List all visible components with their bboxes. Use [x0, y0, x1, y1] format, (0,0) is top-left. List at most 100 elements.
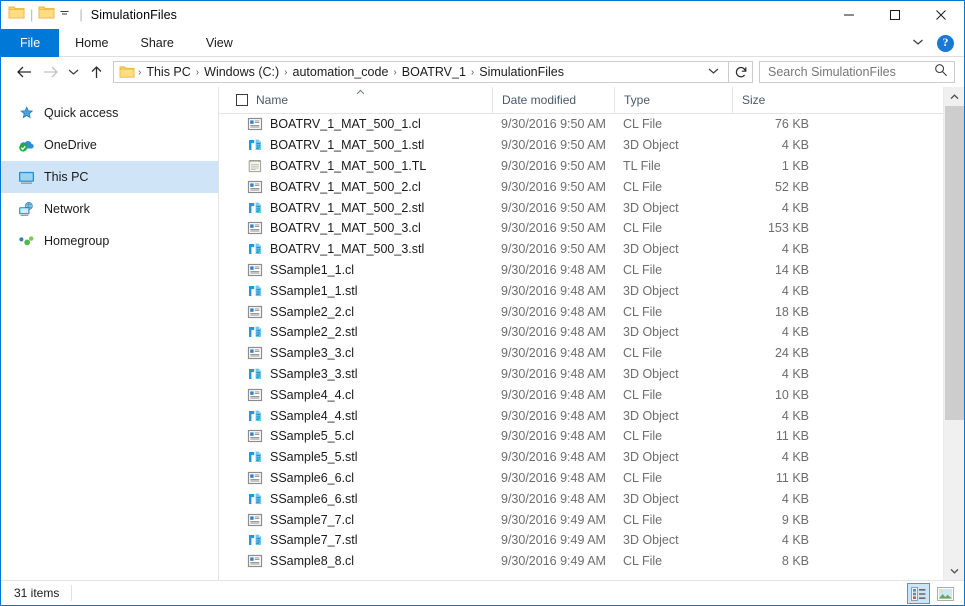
file-name-cell[interactable]: SSample2_2.cl [219, 304, 492, 320]
file-name-label: SSample3_3.cl [270, 346, 354, 360]
file-type-cell: CL File [614, 429, 732, 443]
stl-file-icon [247, 532, 263, 548]
table-row[interactable]: BOATRV_1_MAT_500_3.stl9/30/2016 9:50 AM3… [219, 239, 943, 260]
chevron-down-icon[interactable] [907, 38, 929, 49]
table-row[interactable]: SSample5_5.cl9/30/2016 9:48 AMCL File11 … [219, 426, 943, 447]
tab-share[interactable]: Share [125, 29, 190, 57]
file-name-cell[interactable]: SSample6_6.stl [219, 491, 492, 507]
file-name-cell[interactable]: SSample2_2.stl [219, 324, 492, 340]
file-name-cell[interactable]: BOATRV_1_MAT_500_1.cl [219, 116, 492, 132]
vertical-scrollbar[interactable] [943, 87, 964, 580]
sidebar-item-quick-access[interactable]: Quick access [1, 97, 218, 129]
table-row[interactable]: SSample3_3.stl9/30/2016 9:48 AM3D Object… [219, 364, 943, 385]
up-button[interactable] [83, 59, 109, 85]
table-row[interactable]: SSample1_1.stl9/30/2016 9:48 AM3D Object… [219, 280, 943, 301]
column-header-size[interactable]: Size [732, 87, 822, 114]
column-header-name[interactable]: Name [219, 87, 492, 114]
table-row[interactable]: BOATRV_1_MAT_500_3.cl9/30/2016 9:50 AMCL… [219, 218, 943, 239]
tab-view[interactable]: View [190, 29, 249, 57]
sidebar-item-network[interactable]: Network [1, 193, 218, 225]
file-name-label: BOATRV_1_MAT_500_2.stl [270, 201, 424, 215]
table-row[interactable]: SSample4_4.stl9/30/2016 9:48 AM3D Object… [219, 405, 943, 426]
table-row[interactable]: BOATRV_1_MAT_500_2.cl9/30/2016 9:50 AMCL… [219, 176, 943, 197]
scroll-up-icon[interactable] [944, 87, 965, 106]
qat-dropdown-icon[interactable] [55, 9, 74, 20]
file-name-cell[interactable]: SSample6_6.cl [219, 470, 492, 486]
file-name-cell[interactable]: BOATRV_1_MAT_500_2.stl [219, 200, 492, 216]
tab-file[interactable]: File [1, 29, 59, 57]
file-name-cell[interactable]: SSample4_4.cl [219, 387, 492, 403]
table-row[interactable]: BOATRV_1_MAT_500_1.stl9/30/2016 9:50 AM3… [219, 135, 943, 156]
close-button[interactable] [918, 1, 964, 29]
recent-locations-button[interactable] [63, 59, 83, 85]
sidebar-item-onedrive[interactable]: OneDrive [1, 129, 218, 161]
table-row[interactable]: SSample8_8.cl9/30/2016 9:49 AMCL File8 K… [219, 551, 943, 572]
tab-home[interactable]: Home [59, 29, 124, 57]
sidebar-item-label: This PC [44, 170, 88, 184]
sidebar-item-homegroup[interactable]: Homegroup [1, 225, 218, 257]
file-name-cell[interactable]: SSample5_5.stl [219, 449, 492, 465]
file-name-cell[interactable]: SSample4_4.stl [219, 408, 492, 424]
table-row[interactable]: BOATRV_1_MAT_500_1.cl9/30/2016 9:50 AMCL… [219, 114, 943, 135]
column-header-date-modified[interactable]: Date modified [492, 87, 614, 114]
sidebar-item-label: Quick access [44, 106, 118, 120]
select-all-checkbox[interactable] [228, 87, 256, 114]
sidebar-item-label: Homegroup [44, 234, 109, 248]
file-name-label: SSample1_1.stl [270, 284, 358, 298]
chevron-down-icon[interactable] [702, 67, 726, 78]
search-icon[interactable] [934, 63, 948, 82]
refresh-button[interactable] [729, 61, 753, 83]
file-type-cell: CL File [614, 117, 732, 131]
minimize-button[interactable] [826, 1, 872, 29]
file-name-cell[interactable]: BOATRV_1_MAT_500_3.cl [219, 220, 492, 236]
column-header-type[interactable]: Type [614, 87, 732, 114]
help-icon[interactable]: ? [937, 35, 954, 52]
table-row[interactable]: BOATRV_1_MAT_500_1.TL9/30/2016 9:50 AMTL… [219, 156, 943, 177]
table-row[interactable]: SSample4_4.cl9/30/2016 9:48 AMCL File10 … [219, 384, 943, 405]
breadcrumb-bar[interactable]: › This PC › Windows (C:) › automation_co… [113, 61, 729, 83]
scrollbar-thumb[interactable] [945, 106, 964, 420]
file-name-cell[interactable]: SSample5_5.cl [219, 428, 492, 444]
breadcrumb-item-automation-code[interactable]: automation_code [289, 65, 393, 79]
table-row[interactable]: BOATRV_1_MAT_500_2.stl9/30/2016 9:50 AM3… [219, 197, 943, 218]
file-name-cell[interactable]: SSample3_3.stl [219, 366, 492, 382]
sidebar-item-this-pc[interactable]: This PC [1, 161, 218, 193]
scroll-down-icon[interactable] [944, 561, 965, 580]
table-row[interactable]: SSample1_1.cl9/30/2016 9:48 AMCL File14 … [219, 260, 943, 281]
breadcrumb-item-simulationfiles[interactable]: SimulationFiles [475, 65, 568, 79]
maximize-button[interactable] [872, 1, 918, 29]
file-name-cell[interactable]: SSample7_7.cl [219, 512, 492, 528]
file-name-cell[interactable]: SSample8_8.cl [219, 553, 492, 569]
table-row[interactable]: SSample2_2.stl9/30/2016 9:48 AM3D Object… [219, 322, 943, 343]
file-type-cell: 3D Object [614, 138, 732, 152]
file-name-cell[interactable]: SSample1_1.stl [219, 283, 492, 299]
file-name-cell[interactable]: SSample7_7.stl [219, 532, 492, 548]
forward-button[interactable] [37, 59, 63, 85]
back-button[interactable] [11, 59, 37, 85]
table-row[interactable]: SSample5_5.stl9/30/2016 9:48 AM3D Object… [219, 447, 943, 468]
file-size-cell: 10 KB [732, 388, 822, 402]
stl-file-icon [247, 449, 263, 465]
file-name-cell[interactable]: BOATRV_1_MAT_500_1.TL [219, 158, 492, 174]
file-name-cell[interactable]: SSample3_3.cl [219, 345, 492, 361]
table-row[interactable]: SSample6_6.cl9/30/2016 9:48 AMCL File11 … [219, 468, 943, 489]
table-row[interactable]: SSample6_6.stl9/30/2016 9:48 AM3D Object… [219, 488, 943, 509]
breadcrumb-item-boatrv-1[interactable]: BOATRV_1 [398, 65, 470, 79]
file-name-cell[interactable]: BOATRV_1_MAT_500_3.stl [219, 241, 492, 257]
details-view-button[interactable] [907, 583, 930, 604]
table-row[interactable]: SSample3_3.cl9/30/2016 9:48 AMCL File24 … [219, 343, 943, 364]
scrollbar-track[interactable] [944, 106, 965, 561]
breadcrumb-item-windows-c[interactable]: Windows (C:) [200, 65, 283, 79]
table-row[interactable]: SSample7_7.stl9/30/2016 9:49 AM3D Object… [219, 530, 943, 551]
large-icons-view-button[interactable] [934, 583, 957, 604]
file-name-cell[interactable]: BOATRV_1_MAT_500_1.stl [219, 137, 492, 153]
search-input[interactable]: Search SimulationFiles [768, 65, 934, 79]
file-date-cell: 9/30/2016 9:50 AM [492, 180, 614, 194]
cl-file-icon [247, 179, 263, 195]
breadcrumb-item-this-pc[interactable]: This PC [142, 65, 194, 79]
table-row[interactable]: SSample2_2.cl9/30/2016 9:48 AMCL File18 … [219, 301, 943, 322]
file-name-cell[interactable]: SSample1_1.cl [219, 262, 492, 278]
file-name-cell[interactable]: BOATRV_1_MAT_500_2.cl [219, 179, 492, 195]
table-row[interactable]: SSample7_7.cl9/30/2016 9:49 AMCL File9 K… [219, 509, 943, 530]
search-box[interactable]: Search SimulationFiles [759, 61, 955, 83]
